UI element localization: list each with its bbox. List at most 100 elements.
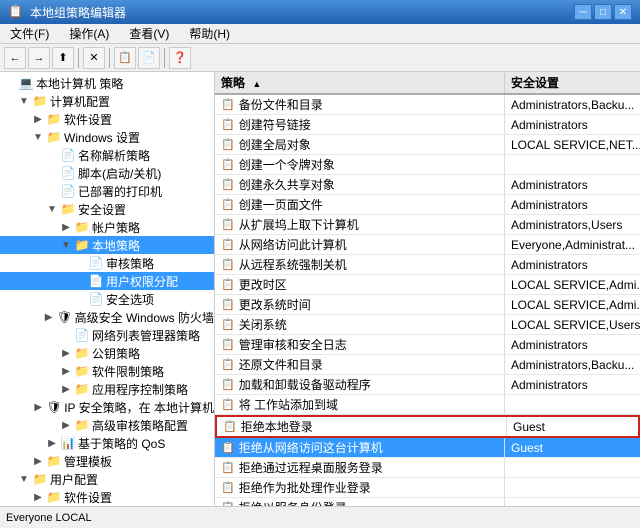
- menu-action[interactable]: 操作(A): [63, 24, 115, 43]
- tree-item[interactable]: ▶📁应用程序控制策略: [0, 380, 214, 398]
- tree-item[interactable]: 📄网络列表管理器策略: [0, 326, 214, 344]
- tree-item[interactable]: ▶🛡高级安全 Windows 防火墙: [0, 308, 214, 326]
- tree-toggle-icon[interactable]: ▼: [16, 93, 32, 109]
- tree-toggle-icon[interactable]: [58, 327, 74, 343]
- table-row[interactable]: 📋创建全局对象LOCAL SERVICE,NET...: [215, 135, 640, 155]
- tree-toggle-icon[interactable]: ▶: [30, 453, 46, 469]
- tree-toggle-icon[interactable]: [44, 183, 60, 199]
- tree-toggle-icon[interactable]: [44, 165, 60, 181]
- maximize-button[interactable]: □: [594, 4, 612, 20]
- tree-toggle-icon[interactable]: ▶: [30, 489, 46, 505]
- tree-toggle-icon[interactable]: ▼: [16, 471, 32, 487]
- tree-toggle-icon[interactable]: [72, 273, 88, 289]
- tree-toggle-icon[interactable]: [72, 255, 88, 271]
- tree-toggle-icon[interactable]: ▶: [58, 219, 74, 235]
- minimize-button[interactable]: ─: [574, 4, 592, 20]
- table-row[interactable]: 📋拒绝以服务身份登录: [215, 498, 640, 506]
- close-button[interactable]: ✕: [614, 4, 632, 20]
- tree-toggle-icon[interactable]: ▶: [44, 435, 60, 451]
- cell-security: Administrators: [505, 195, 640, 214]
- tree-item[interactable]: 📄用户权限分配: [0, 272, 214, 290]
- tree-toggle-icon[interactable]: ▶: [58, 363, 74, 379]
- toolbar-delete[interactable]: ✕: [83, 47, 105, 69]
- table-row[interactable]: 📋从远程系统强制关机Administrators: [215, 255, 640, 275]
- menu-view[interactable]: 查看(V): [123, 24, 175, 43]
- toolbar-back[interactable]: ←: [4, 47, 26, 69]
- table-row[interactable]: 📋创建一页面文件Administrators: [215, 195, 640, 215]
- table-row[interactable]: 📋关闭系统LOCAL SERVICE,Users,...: [215, 315, 640, 335]
- table-row[interactable]: 📋创建永久共享对象Administrators: [215, 175, 640, 195]
- policy-icon: 📋: [221, 158, 235, 171]
- tree-item[interactable]: 📄已部署的打印机: [0, 182, 214, 200]
- tree-folder-icon: 📁: [74, 219, 90, 235]
- tree-toggle-icon[interactable]: ▶: [41, 309, 57, 325]
- table-row[interactable]: 📋从网络访问此计算机Everyone,Administrat...: [215, 235, 640, 255]
- tree-item[interactable]: ▶📁软件限制策略: [0, 362, 214, 380]
- table-row[interactable]: 📋拒绝本地登录Guest: [215, 415, 640, 438]
- tree-toggle-icon[interactable]: ▼: [58, 237, 74, 253]
- tree-item[interactable]: ▶📁公钥策略: [0, 344, 214, 362]
- tree-item[interactable]: 📄名称解析策略: [0, 146, 214, 164]
- tree-item[interactable]: ▼📁本地策略: [0, 236, 214, 254]
- table-row[interactable]: 📋创建一个令牌对象: [215, 155, 640, 175]
- tree-panel[interactable]: 💻本地计算机 策略▼📁计算机配置▶📁软件设置▼📁Windows 设置 📄名称解析…: [0, 72, 215, 506]
- main-layout: 💻本地计算机 策略▼📁计算机配置▶📁软件设置▼📁Windows 设置 📄名称解析…: [0, 72, 640, 506]
- window-controls[interactable]: ─ □ ✕: [574, 4, 632, 20]
- toolbar-help[interactable]: ❓: [169, 47, 191, 69]
- table-row[interactable]: 📋创建符号链接Administrators: [215, 115, 640, 135]
- tree-item[interactable]: ▶📁管理模板: [0, 452, 214, 470]
- tree-item[interactable]: 📄审核策略: [0, 254, 214, 272]
- table-row[interactable]: 📋拒绝作为批处理作业登录: [215, 478, 640, 498]
- toolbar-forward[interactable]: →: [28, 47, 50, 69]
- tree-item[interactable]: ▶📁软件设置: [0, 488, 214, 506]
- menu-help[interactable]: 帮助(H): [183, 24, 236, 43]
- table-row[interactable]: 📋还原文件和目录Administrators,Backu...: [215, 355, 640, 375]
- tree-toggle-icon[interactable]: ▶: [30, 111, 46, 127]
- toolbar-up[interactable]: ⬆: [52, 47, 74, 69]
- tree-toggle-icon[interactable]: ▶: [58, 345, 74, 361]
- tree-item[interactable]: ▶📁软件设置: [0, 110, 214, 128]
- tree-item[interactable]: ▼📁Windows 设置: [0, 128, 214, 146]
- tree-item[interactable]: ▼📁计算机配置: [0, 92, 214, 110]
- tree-item[interactable]: 📄安全选项: [0, 290, 214, 308]
- tree-item[interactable]: ▼📁安全设置: [0, 200, 214, 218]
- cell-security: Administrators: [505, 375, 640, 394]
- content-panel[interactable]: 策略 ▲ 安全设置 📋备份文件和目录Administrators,Backu..…: [215, 72, 640, 506]
- cell-security: LOCAL SERVICE,Users,...: [505, 315, 640, 334]
- tree-item[interactable]: ▶🛡IP 安全策略，在 本地计算机: [0, 398, 214, 416]
- tree-toggle-icon[interactable]: ▶: [58, 417, 74, 433]
- table-row[interactable]: 📋加载和卸载设备驱动程序Administrators: [215, 375, 640, 395]
- cell-policy: 📋还原文件和目录: [215, 355, 505, 374]
- cell-security: [505, 458, 640, 477]
- tree-toggle-icon[interactable]: ▼: [44, 201, 60, 217]
- tree-toggle-icon[interactable]: ▶: [58, 381, 74, 397]
- tree-item[interactable]: ▶📁帐户策略: [0, 218, 214, 236]
- tree-toggle-icon[interactable]: ▶: [30, 399, 46, 415]
- toolbar-properties[interactable]: 📋: [114, 47, 136, 69]
- column-policy[interactable]: 策略 ▲: [215, 72, 505, 93]
- menu-file[interactable]: 文件(F): [4, 24, 55, 43]
- tree-toggle-icon[interactable]: [2, 75, 18, 91]
- tree-item[interactable]: ▼📁用户配置: [0, 470, 214, 488]
- table-row[interactable]: 📋拒绝从网络访问这台计算机Guest: [215, 438, 640, 458]
- policy-name: 将 工作站添加到域: [239, 396, 338, 413]
- tree-item[interactable]: 💻本地计算机 策略: [0, 74, 214, 92]
- table-row[interactable]: 📋拒绝通过远程桌面服务登录: [215, 458, 640, 478]
- tree-toggle-icon[interactable]: [72, 291, 88, 307]
- cell-policy: 📋更改时区: [215, 275, 505, 294]
- table-row[interactable]: 📋从扩展坞上取下计算机Administrators,Users: [215, 215, 640, 235]
- table-row[interactable]: 📋将 工作站添加到域: [215, 395, 640, 415]
- tree-item[interactable]: 📄脚本(启动/关机): [0, 164, 214, 182]
- table-row[interactable]: 📋更改系统时间LOCAL SERVICE,Admi...: [215, 295, 640, 315]
- tree-toggle-icon[interactable]: [44, 147, 60, 163]
- toolbar-copy[interactable]: 📄: [138, 47, 160, 69]
- table-row[interactable]: 📋管理审核和安全日志Administrators: [215, 335, 640, 355]
- tree-item-label: 高级安全 Windows 防火墙: [75, 309, 214, 326]
- column-security[interactable]: 安全设置: [505, 72, 640, 93]
- tree-item[interactable]: ▶📁高级审核策略配置: [0, 416, 214, 434]
- tree-toggle-icon[interactable]: ▼: [30, 129, 46, 145]
- cell-security: Administrators: [505, 255, 640, 274]
- tree-item[interactable]: ▶📊基于策略的 QoS: [0, 434, 214, 452]
- table-row[interactable]: 📋备份文件和目录Administrators,Backu...: [215, 95, 640, 115]
- table-row[interactable]: 📋更改时区LOCAL SERVICE,Admi...: [215, 275, 640, 295]
